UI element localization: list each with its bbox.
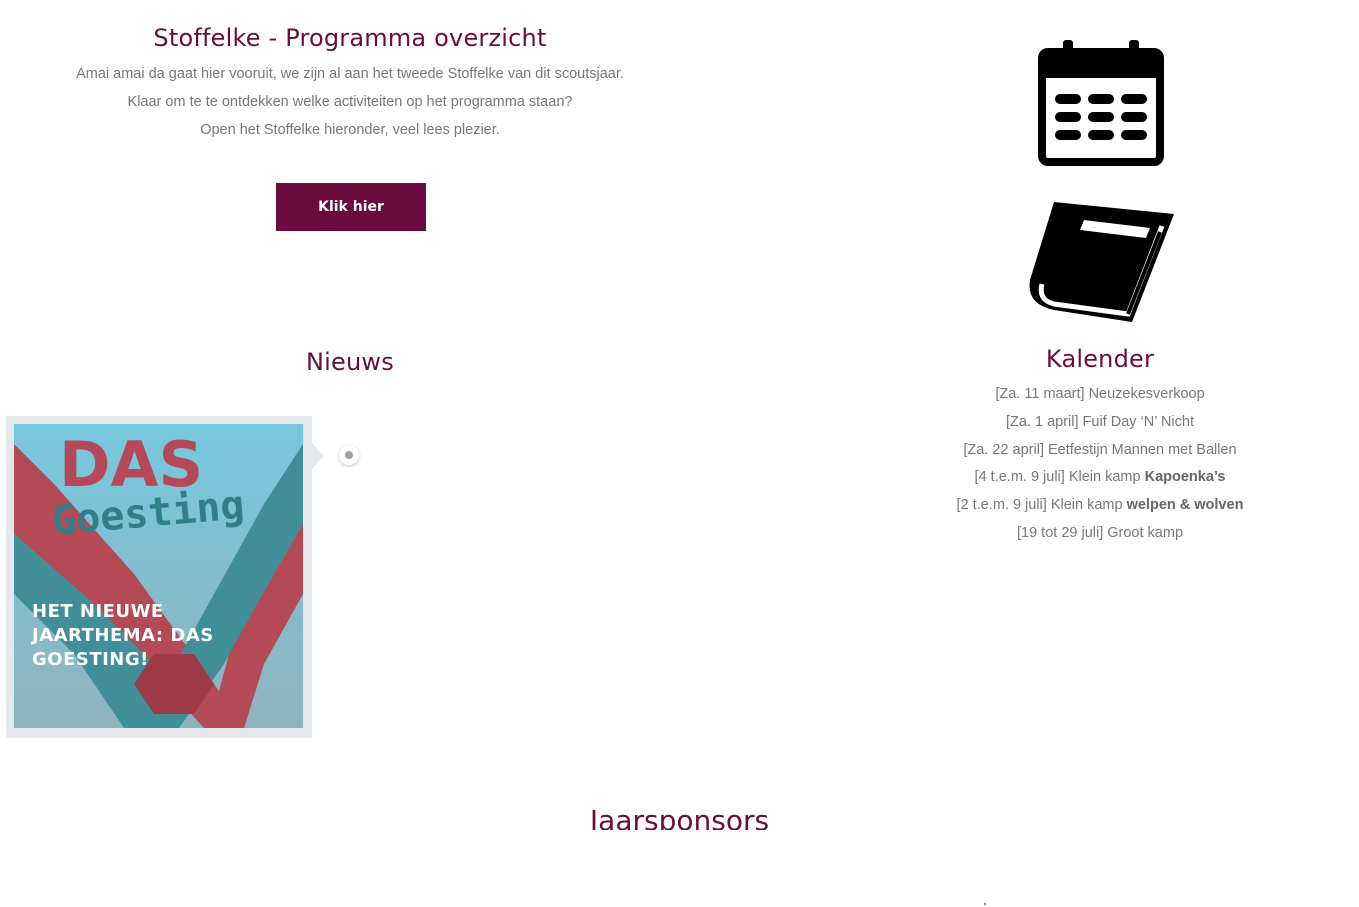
intro-line: Amai amai da gaat hier vooruit, we zijn … [76,66,624,82]
calendar-item-highlight: welpen & wolven [1126,497,1244,514]
calendar-item-text: [Za. 1 april] Fuif Day ‘N’ Nicht [1005,413,1194,430]
calendar-item: [2 t.e.m. 9 juli] Klein kamp welpen & wo… [900,497,1300,513]
news-card[interactable]: DAS Goesting [6,416,312,738]
sponsors-section: Jaarsponsors [0,800,1359,830]
calendar-item: [Za. 1 april] Fuif Day ‘N’ Nicht [900,414,1300,430]
sponsors-title: Jaarsponsors [589,804,770,830]
calendar-item: [19 tot 29 juli] Groot kamp [900,525,1300,541]
calendar-item-text: [4 t.e.m. 9 juli] Klein kamp [974,469,1145,486]
intro-line: Klaar om te te ontdekken welke activitei… [127,94,573,110]
news-headline[interactable]: HET NIEUWE JAARTHEMA: DAS GOESTING! [32,600,272,672]
calendar-title: Kalender [1045,345,1155,373]
calendar-icon [1038,40,1164,166]
book-icon [1029,202,1174,322]
calendar-item: [Za. 22 april] Eetfestijn Mannen met Bal… [900,442,1300,458]
calendar-item: [4 t.e.m. 9 juli] Klein kamp Kapoenka’s [900,469,1300,485]
calendar-item-text: [19 tot 29 juli] Groot kamp [1016,525,1184,541]
intro-line: Open het Stoffelke hieronder, veel lees … [200,122,500,138]
calendar-item-text: [Za. 22 april] Eetfestijn Mannen met Bal… [963,441,1237,458]
calendar-item: [Za. 11 maart] Neuzekesverkoop [900,386,1300,402]
news-title: Nieuws [306,348,394,376]
klik-hier-button[interactable]: Klik hier [276,183,426,231]
calendar-item-text: [2 t.e.m. 9 juli] Klein kamp [956,497,1127,514]
divider-dot [984,903,986,905]
timeline-dot[interactable] [339,445,359,465]
news-pointer [312,443,324,469]
program-title: Stoffelke - Programma overzicht [153,24,547,52]
calendar-item-text: [Za. 11 maart] Neuzekesverkoop [995,386,1205,402]
news-image[interactable]: DAS Goesting [14,424,303,728]
calendar-item-highlight: Kapoenka’s [1144,469,1226,486]
